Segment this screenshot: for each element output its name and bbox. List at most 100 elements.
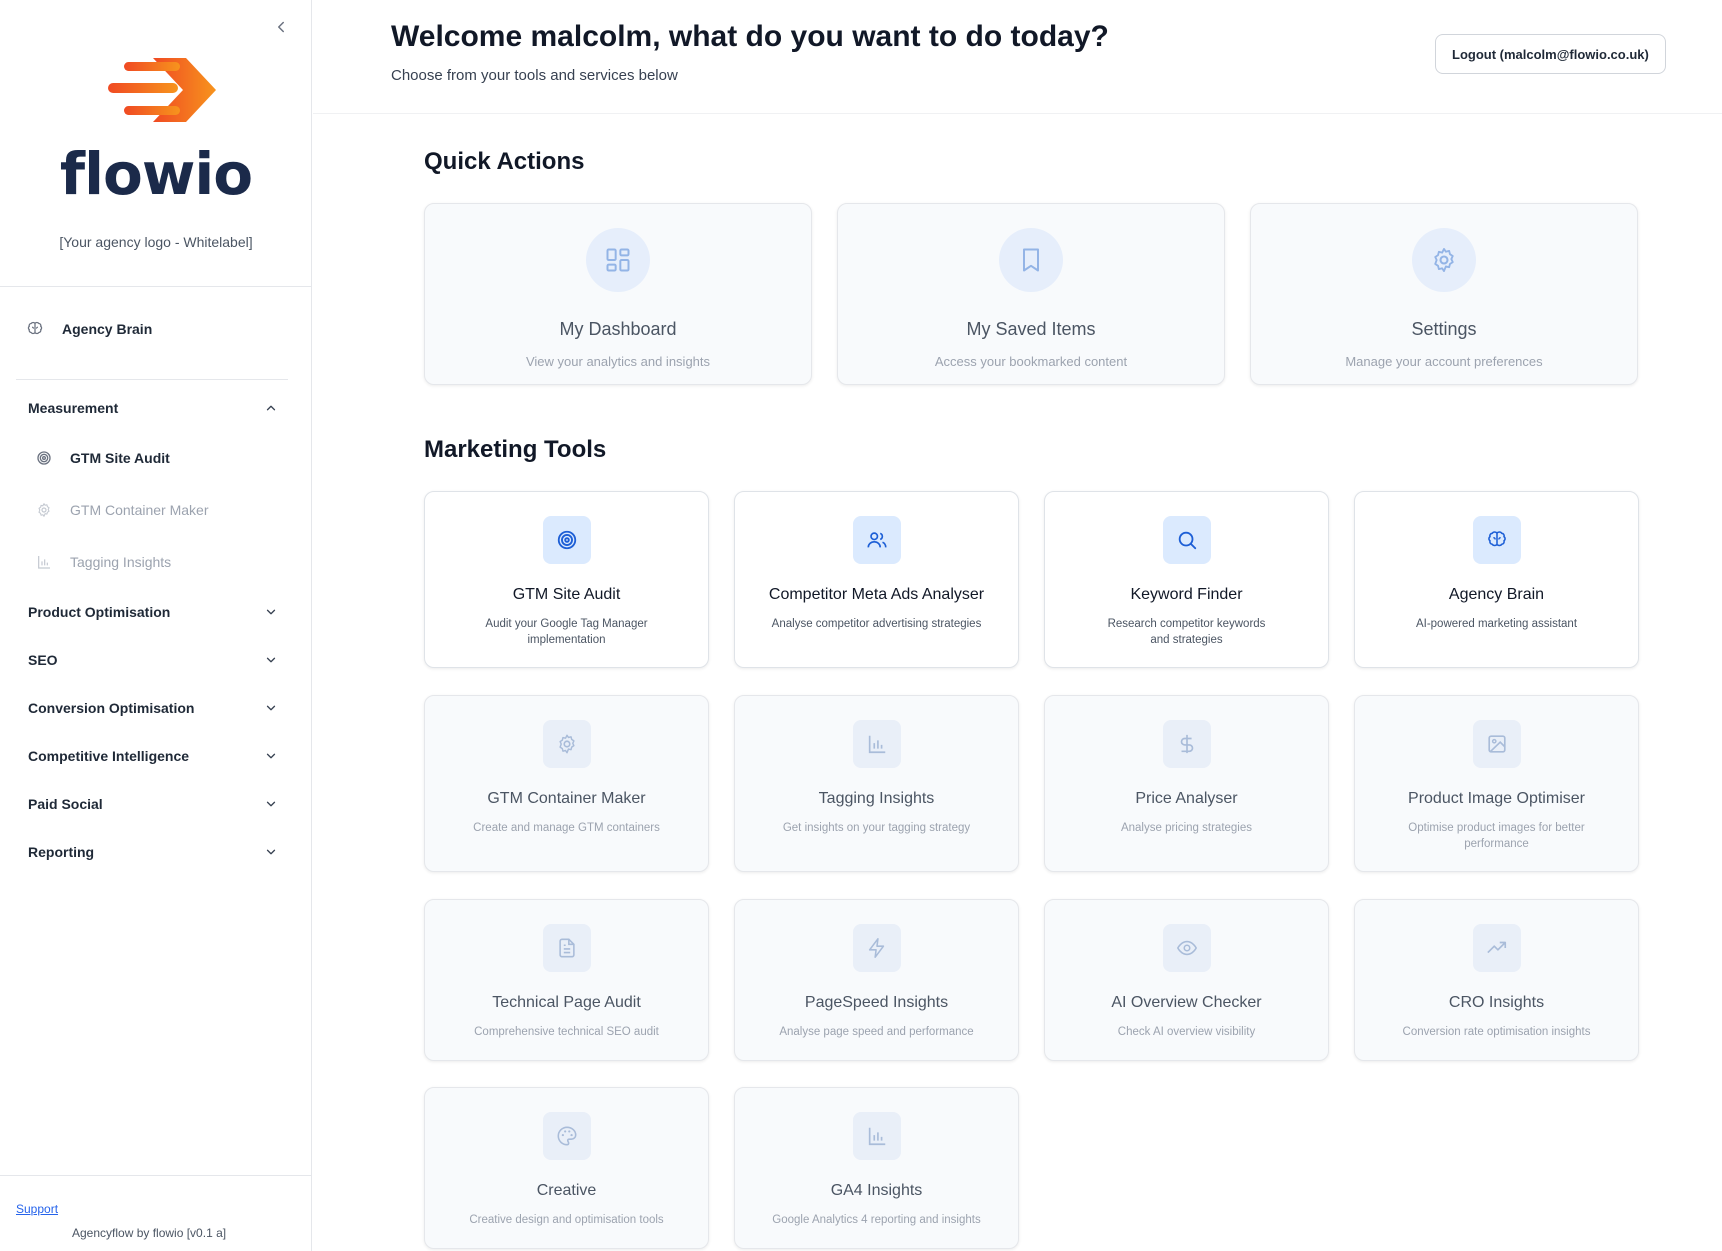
card-title: Creative [536, 1182, 597, 1199]
logout-button[interactable]: Logout (malcolm@flowio.co.uk) [1435, 34, 1666, 74]
card-description: Access your bookmarked content [934, 354, 1128, 369]
card-description: Creative design and optimisation tools [469, 1214, 664, 1226]
sidebar-section-reporting[interactable]: Reporting [28, 844, 278, 860]
section-label: Product Optimisation [28, 604, 171, 620]
sidebar-item-label: Tagging Insights [70, 554, 172, 570]
card-title: GTM Container Maker [487, 790, 646, 807]
section-label: Reporting [28, 844, 95, 860]
document-icon [542, 924, 591, 972]
page-title: Welcome malcolm, what do you want to do … [391, 20, 1109, 53]
tool-card-technical-page-audit[interactable]: Technical Page Audit Comprehensive techn… [424, 899, 709, 1061]
tool-card-price-analyser[interactable]: Price Analyser Analyse pricing strategie… [1044, 695, 1329, 872]
card-title: CRO Insights [1448, 994, 1545, 1011]
sidebar-item-gtm-container-maker[interactable]: GTM Container Maker [36, 502, 208, 518]
tool-card-tagging-insights[interactable]: Tagging Insights Get insights on your ta… [734, 695, 1019, 872]
page-header: Welcome malcolm, what do you want to do … [313, 0, 1722, 114]
quick-action-my-saved-items[interactable]: My Saved Items Access your bookmarked co… [837, 203, 1225, 385]
tool-card-keyword-finder[interactable]: Keyword Finder Research competitor keywo… [1044, 491, 1329, 668]
tool-card-agency-brain[interactable]: Agency Brain AI-powered marketing assist… [1354, 491, 1639, 668]
chevron-down-icon [264, 701, 278, 715]
card-description: Manage your account preferences [1345, 354, 1543, 369]
lightning-icon [852, 924, 901, 972]
chevron-down-icon [264, 845, 278, 859]
brain-icon [26, 320, 44, 338]
sidebar-item-label: GTM Site Audit [70, 450, 170, 466]
card-title: Competitor Meta Ads Analyser [768, 586, 985, 603]
collapse-sidebar-chevron-left-icon[interactable] [272, 18, 290, 36]
gear-icon [36, 502, 52, 518]
tool-card-competitor-meta-ads-analyser[interactable]: Competitor Meta Ads Analyser Analyse com… [734, 491, 1019, 668]
target-icon [36, 450, 52, 466]
card-description: Create and manage GTM containers [473, 822, 660, 834]
sidebar-section-paid-social[interactable]: Paid Social [28, 796, 278, 812]
tool-card-product-image-optimiser[interactable]: Product Image Optimiser Optimise product… [1354, 695, 1639, 872]
tool-card-gtm-container-maker[interactable]: GTM Container Maker Create and manage GT… [424, 695, 709, 872]
sidebar-item-label: GTM Container Maker [70, 502, 209, 518]
card-description: View your analytics and insights [525, 354, 711, 369]
quick-actions-heading: Quick Actions [424, 148, 585, 175]
sidebar-section-seo[interactable]: SEO [28, 652, 278, 668]
card-title: My Saved Items [966, 319, 1096, 339]
card-description: Analyse pricing strategies [1120, 822, 1253, 834]
tool-card-pagespeed-insights[interactable]: PageSpeed Insights Analyse page speed an… [734, 899, 1019, 1061]
card-description: Check AI overview visibility [1117, 1026, 1256, 1038]
card-title: Price Analyser [1135, 790, 1238, 807]
sidebar-section-conversion-optimisation[interactable]: Conversion Optimisation [28, 700, 278, 716]
bar-chart-icon [852, 1112, 901, 1160]
marketing-tools-heading: Marketing Tools [424, 436, 607, 463]
card-description: Google Analytics 4 reporting and insight… [772, 1214, 981, 1226]
tool-card-ga4-insights[interactable]: GA4 Insights Google Analytics 4 reportin… [734, 1087, 1019, 1249]
page-subtitle: Choose from your tools and services belo… [391, 67, 678, 84]
card-title: GA4 Insights [830, 1182, 923, 1199]
support-link[interactable]: Support [16, 1202, 58, 1216]
logo-wordmark: flowio [59, 140, 253, 208]
card-description: Comprehensive technical SEO audit [474, 1026, 659, 1038]
tool-card-gtm-site-audit[interactable]: GTM Site Audit Audit your Google Tag Man… [424, 491, 709, 668]
card-title: Tagging Insights [818, 790, 935, 807]
card-title: Settings [1411, 319, 1477, 339]
divider [16, 379, 288, 380]
version-text: Agencyflow by flowio [v0.1 a] [72, 1226, 227, 1240]
tool-card-creative[interactable]: Creative Creative design and optimisatio… [424, 1087, 709, 1249]
chevron-down-icon [264, 797, 278, 811]
section-label: Competitive Intelligence [28, 748, 190, 764]
gear-icon [542, 720, 591, 768]
card-description: Analyse competitor advertising strategie… [771, 618, 982, 630]
tool-card-cro-insights[interactable]: CRO Insights Conversion rate optimisatio… [1354, 899, 1639, 1061]
card-description: Optimise product images for better perfo… [1408, 822, 1585, 850]
palette-icon [542, 1112, 591, 1160]
chevron-down-icon [264, 605, 278, 619]
sidebar-section-product-optimisation[interactable]: Product Optimisation [28, 604, 278, 620]
target-icon [542, 516, 591, 564]
eye-icon [1162, 924, 1211, 972]
sidebar-item-agency-brain[interactable]: Agency Brain [26, 320, 152, 338]
brain-icon [1472, 516, 1521, 564]
card-description: AI-powered marketing assistant [1415, 618, 1578, 630]
tool-card-ai-overview-checker[interactable]: AI Overview Checker Check AI overview vi… [1044, 899, 1329, 1061]
bookmark-icon [999, 228, 1063, 292]
card-description: Audit your Google Tag Manager implementa… [485, 618, 648, 646]
bar-chart-icon [852, 720, 901, 768]
card-description: Conversion rate optimisation insights [1402, 1026, 1591, 1038]
sidebar-item-tagging-insights[interactable]: Tagging Insights [36, 554, 171, 570]
card-description: Get insights on your tagging strategy [782, 822, 971, 834]
trending-up-icon [1472, 924, 1521, 972]
dashboard-icon [586, 228, 650, 292]
brand-logo[interactable]: flowio [0, 50, 312, 204]
sidebar-section-competitive-intelligence[interactable]: Competitive Intelligence [28, 748, 278, 764]
chevron-down-icon [264, 653, 278, 667]
sidebar-item-gtm-site-audit[interactable]: GTM Site Audit [36, 450, 170, 466]
card-title: AI Overview Checker [1111, 994, 1262, 1011]
card-title: PageSpeed Insights [804, 994, 949, 1011]
card-title: My Dashboard [559, 319, 677, 339]
agency-logo-placeholder: [Your agency logo - Whitelabel] [59, 234, 253, 250]
card-description: Analyse page speed and performance [779, 1026, 974, 1038]
section-label: SEO [28, 652, 58, 668]
divider [0, 286, 312, 287]
card-title: Agency Brain [1448, 586, 1545, 603]
quick-action-my-dashboard[interactable]: My Dashboard View your analytics and ins… [424, 203, 812, 385]
sidebar-section-measurement[interactable]: Measurement [28, 400, 278, 416]
quick-action-settings[interactable]: Settings Manage your account preferences [1250, 203, 1638, 385]
card-title: Product Image Optimiser [1408, 790, 1585, 807]
section-label: Conversion Optimisation [28, 700, 195, 716]
